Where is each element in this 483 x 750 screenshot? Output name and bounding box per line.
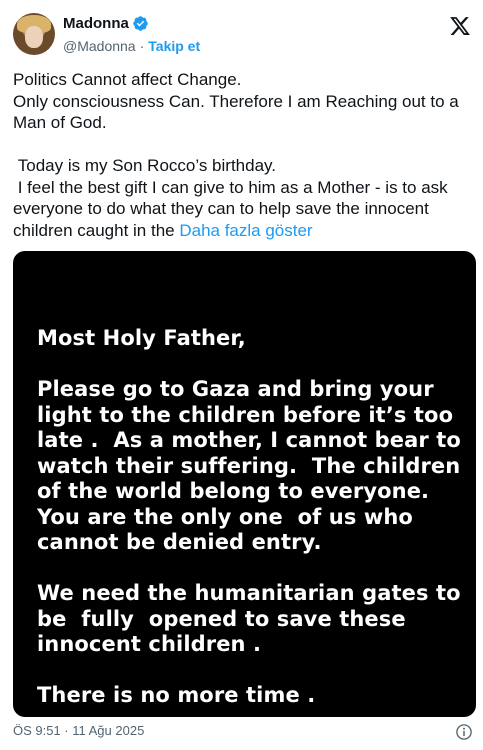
info-icon[interactable] [455, 723, 473, 741]
tweet-text: Politics Cannot affect Change. Only cons… [13, 69, 475, 241]
handle-row: @Madonna · Takip et [63, 38, 200, 54]
tweet-media-image[interactable]: Most Holy Father, Please go to Gaza and … [13, 251, 476, 717]
name-row: Madonna [63, 15, 149, 32]
x-logo-icon[interactable] [449, 15, 471, 37]
author-name[interactable]: Madonna [63, 15, 129, 32]
verified-badge-icon [133, 16, 148, 31]
tweet-footer: ÖS 9:51 · 11 Ağu 2025 [13, 723, 475, 743]
separator-dot: · [139, 38, 145, 54]
avatar-face [25, 26, 43, 48]
show-more-link[interactable]: Daha fazla göster [179, 221, 312, 240]
avatar[interactable] [13, 13, 55, 55]
follow-button[interactable]: Takip et [148, 38, 200, 54]
tweet-body: Politics Cannot affect Change. Only cons… [13, 70, 459, 240]
author-handle[interactable]: @Madonna [63, 38, 136, 54]
tweet-header: Madonna @Madonna · Takip et [13, 13, 473, 59]
tweet-timestamp[interactable]: ÖS 9:51 · 11 Ağu 2025 [13, 723, 144, 738]
media-letter-text: Most Holy Father, Please go to Gaza and … [37, 326, 461, 707]
